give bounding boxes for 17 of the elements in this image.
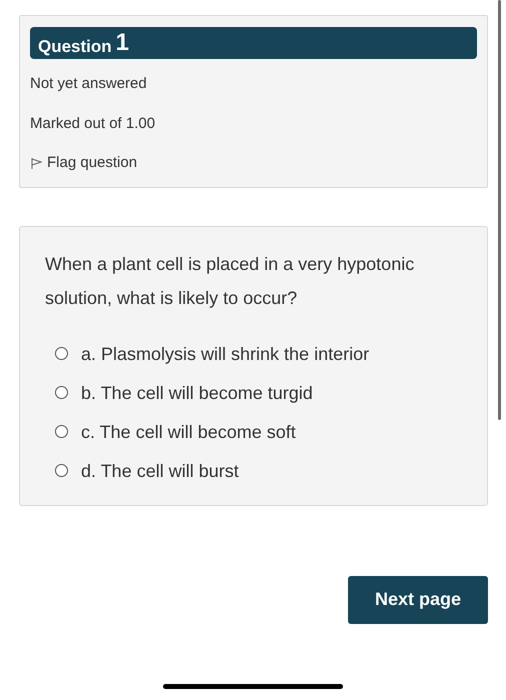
question-number: 1 (116, 31, 130, 55)
flag-icon (30, 156, 42, 170)
answer-option[interactable]: d. The cell will burst (55, 458, 467, 482)
next-page-button[interactable]: Next page (348, 576, 488, 624)
radio-button[interactable] (55, 425, 68, 438)
answer-option[interactable]: c. The cell will become soft (55, 420, 467, 444)
radio-button[interactable] (55, 347, 68, 360)
flag-question-link[interactable]: Flag question (30, 152, 138, 174)
answer-option[interactable]: b. The cell will become turgid (55, 380, 467, 404)
radio-button[interactable] (55, 464, 68, 477)
scrollbar[interactable] (498, 0, 501, 420)
radio-button[interactable] (55, 386, 68, 399)
answer-status: Not yet answered (30, 74, 148, 94)
answer-option[interactable]: a. Plasmolysis will shrink the interior (55, 342, 467, 366)
question-label: Question (38, 38, 112, 55)
question-text: When a plant cell is placed in a very hypotonic solution, what is likely to occur? (45, 252, 416, 310)
marks-text: Marked out of 1.00 (30, 114, 156, 134)
